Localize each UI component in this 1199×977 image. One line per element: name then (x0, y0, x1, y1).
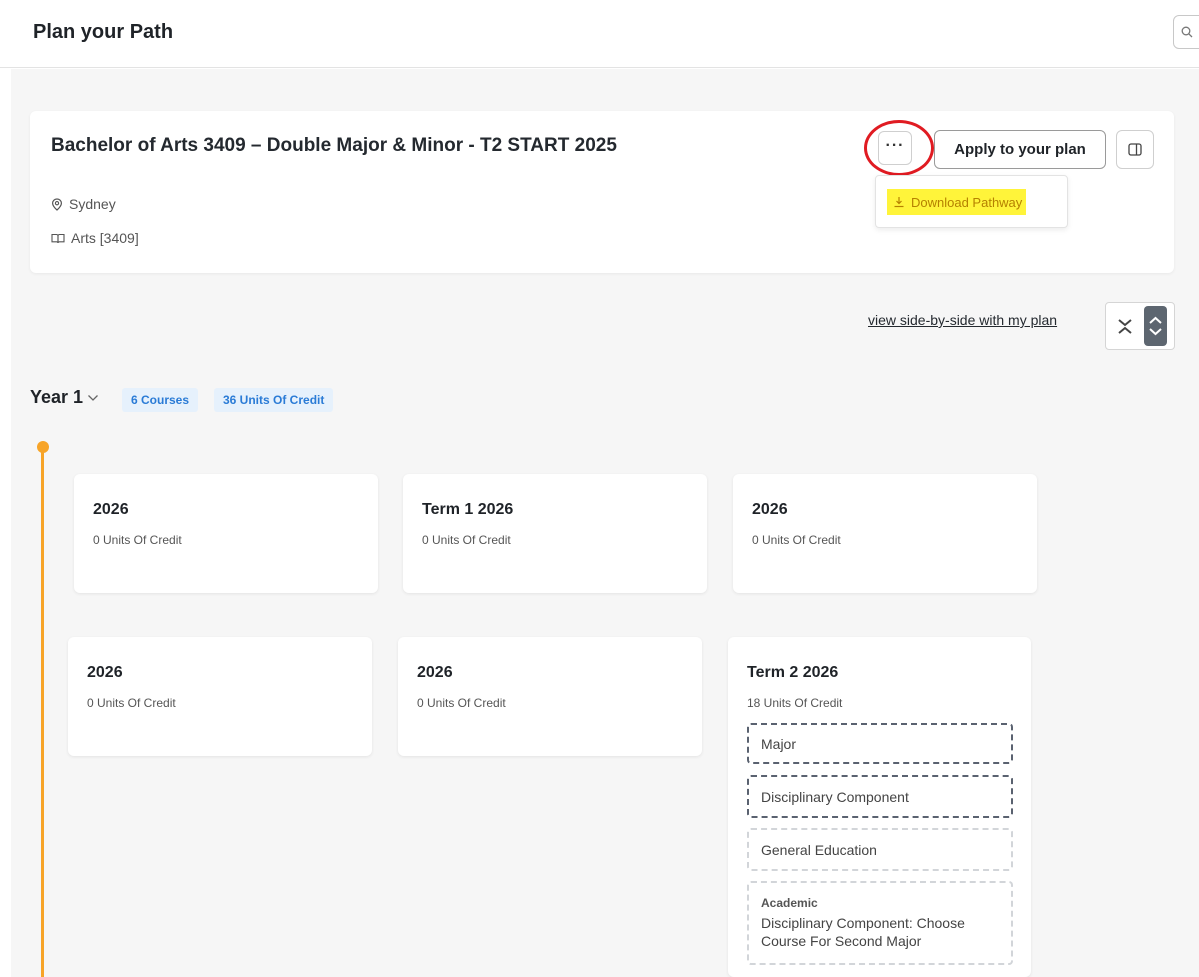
term-title: 2026 (87, 664, 123, 681)
search-icon (1181, 26, 1193, 38)
side-by-side-link[interactable]: view side-by-side with my plan (868, 312, 1057, 328)
term-card: Term 2 2026 18 Units Of Credit Major Dis… (728, 637, 1031, 977)
slot-label: Major (761, 735, 797, 752)
expand-collapse-toggle (1105, 302, 1175, 350)
timeline-line (41, 449, 44, 977)
slot-label: General Education (761, 841, 877, 858)
term-card: 2026 0 Units Of Credit (733, 474, 1037, 593)
location-pin-icon (51, 197, 63, 211)
slot-label: Disciplinary Component (761, 788, 909, 805)
slot-category: Academic (761, 896, 818, 910)
term-title: 2026 (93, 501, 129, 518)
faculty-text: Arts [3409] (71, 230, 139, 246)
expand-all-button[interactable] (1144, 306, 1167, 346)
course-slot-general-education[interactable]: General Education (747, 828, 1013, 871)
collapse-icon (1118, 319, 1132, 334)
term-credit: 0 Units Of Credit (87, 696, 176, 710)
term-card: 2026 0 Units Of Credit (74, 474, 378, 593)
program-location: Sydney (51, 196, 116, 212)
term-credit: 0 Units Of Credit (93, 533, 182, 547)
term-title: 2026 (417, 664, 453, 681)
program-faculty: Arts [3409] (51, 230, 139, 246)
term-credit: 0 Units Of Credit (417, 696, 506, 710)
download-pathway-label: Download Pathway (911, 194, 1023, 210)
collapse-all-button[interactable] (1114, 311, 1136, 341)
term-title: Term 1 2026 (422, 501, 514, 518)
location-text: Sydney (69, 196, 116, 212)
term-credit: 0 Units Of Credit (752, 533, 841, 547)
chevron-down-icon[interactable] (87, 394, 99, 402)
more-options-button[interactable]: ··· (878, 131, 912, 165)
credit-total-badge: 36 Units Of Credit (214, 388, 334, 412)
page-title: Plan your Path (33, 21, 174, 43)
program-title: Bachelor of Arts 3409 – Double Major & M… (51, 135, 617, 156)
term-card: 2026 0 Units Of Credit (68, 637, 372, 756)
more-options-menu: Download Pathway (875, 175, 1068, 228)
term-title: 2026 (752, 501, 788, 518)
slot-label: Disciplinary Component: Choose Course Fo… (761, 915, 965, 949)
term-credit: 0 Units Of Credit (422, 533, 511, 547)
courses-count-badge: 6 Courses (122, 388, 199, 412)
course-slot-academic[interactable]: Academic Disciplinary Component: Choose … (747, 881, 1013, 965)
term-credit: 18 Units Of Credit (747, 696, 843, 710)
top-bar: Plan your Path (0, 0, 1199, 68)
term-card: 2026 0 Units Of Credit (398, 637, 702, 756)
apply-to-plan-button[interactable]: Apply to your plan (934, 130, 1106, 169)
main-content: Bachelor of Arts 3409 – Double Major & M… (11, 69, 1199, 977)
book-icon (51, 233, 65, 243)
download-pathway-menu-item[interactable]: Download Pathway (887, 189, 1027, 215)
course-slot-disciplinary[interactable]: Disciplinary Component (747, 775, 1013, 818)
download-icon (894, 197, 904, 208)
program-card: Bachelor of Arts 3409 – Double Major & M… (30, 111, 1174, 273)
side-panel-button[interactable] (1116, 130, 1154, 169)
year-heading[interactable]: Year 1 (30, 387, 83, 408)
search-button[interactable] (1173, 15, 1199, 49)
expand-icon (1149, 316, 1162, 336)
course-slot-major[interactable]: Major (747, 723, 1013, 764)
panel-icon (1128, 143, 1142, 156)
term-title: Term 2 2026 (747, 664, 839, 681)
term-card: Term 1 2026 0 Units Of Credit (403, 474, 707, 593)
